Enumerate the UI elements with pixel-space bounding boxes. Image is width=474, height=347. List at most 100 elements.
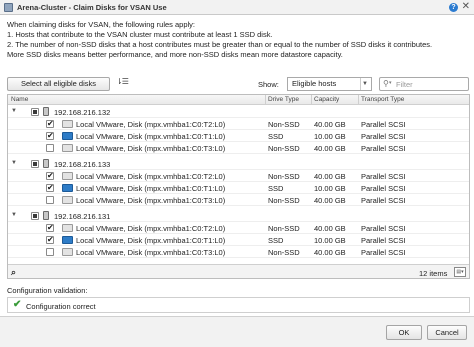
dialog-button-bar: OK Cancel [0,316,474,347]
capacity: 40.00 GB [314,224,346,233]
disk-checkbox[interactable] [46,248,54,256]
disk-row[interactable]: Local VMware, Disk (mpx.vmhba1:C0:T2:L0)… [8,118,469,130]
host-name: 192.168.216.132 [54,108,111,117]
search-options-caret-icon: ▾ [389,80,392,86]
column-header-transport-type[interactable]: Transport Type [361,96,404,103]
disk-row[interactable]: Local VMware, Disk (mpx.vmhba1:C0:T1:L0)… [8,234,469,246]
host-checkbox[interactable] [31,160,39,168]
disk-row[interactable]: Local VMware, Disk (mpx.vmhba1:C0:T1:L0)… [8,182,469,194]
close-icon[interactable]: ✕ [462,1,470,12]
capacity: 10.00 GB [314,132,346,141]
disk-icon [62,248,73,256]
filter-placeholder: Filter [396,80,413,89]
disks-table: Name Drive Type Capacity Transport Type … [7,94,470,279]
title-bar: Arena-Cluster - Claim Disks for VSAN Use… [0,0,474,15]
checkmark-icon: ✔ [13,299,22,310]
disk-name: Local VMware, Disk (mpx.vmhba1:C0:T3:L0) [76,248,226,257]
disk-icon [62,196,73,204]
table-header: Name Drive Type Capacity Transport Type [8,95,469,105]
disk-checkbox[interactable] [46,119,54,128]
disk-checkbox[interactable] [46,183,54,192]
column-divider[interactable] [265,95,266,105]
collapse-toggle-icon[interactable]: ▼ [11,108,17,114]
host-icon [43,211,49,220]
drive-type: SSD [268,236,284,245]
disk-checkbox[interactable] [46,131,54,140]
disk-name: Local VMware, Disk (mpx.vmhba1:C0:T2:L0) [76,224,226,233]
column-header-drive-type[interactable]: Drive Type [268,96,299,103]
disk-icon [62,224,73,232]
rule-2: 2. The number of non-SSD disks that a ho… [7,40,433,49]
drive-type: SSD [268,184,284,193]
search-icon: ⚲ [383,79,389,88]
validation-message: Configuration correct [26,302,96,311]
transport-type: Parallel SCSI [361,120,406,129]
disk-name: Local VMware, Disk (mpx.vmhba1:C0:T1:L0) [76,132,226,141]
capacity: 40.00 GB [314,248,346,257]
drive-type: Non-SSD [268,172,300,181]
disk-row[interactable]: Local VMware, Disk (mpx.vmhba1:C0:T3:L0)… [8,246,469,258]
disk-checkbox[interactable] [46,235,54,244]
host-icon [43,107,49,116]
filter-input[interactable]: ⚲ ▾ Filter [379,77,469,91]
validation-label: Configuration validation: [7,286,88,295]
column-header-name[interactable]: Name [11,96,28,103]
export-icon[interactable]: ▤▾ [454,267,466,277]
toolbar: Select all eligible disks ⇂☰ Show: Eligi… [7,77,469,91]
capacity: 10.00 GB [314,184,346,193]
show-dropdown-value: Eligible hosts [292,79,337,88]
capacity: 40.00 GB [314,144,346,153]
host-row[interactable]: ▼ 192.168.216.133 [8,158,469,170]
disk-row[interactable]: Local VMware, Disk (mpx.vmhba1:C0:T3:L0)… [8,142,469,154]
disk-name: Local VMware, Disk (mpx.vmhba1:C0:T1:L0) [76,236,226,245]
disk-row[interactable]: Local VMware, Disk (mpx.vmhba1:C0:T1:L0)… [8,130,469,142]
show-dropdown[interactable]: Eligible hosts ▼ [287,77,372,91]
disk-name: Local VMware, Disk (mpx.vmhba1:C0:T1:L0) [76,184,226,193]
help-icon[interactable]: ? [449,3,458,12]
transport-type: Parallel SCSI [361,248,406,257]
table-footer: ⌕ 12 items ▤▾ [8,264,469,278]
find-binoculars-icon[interactable]: ⌕ [11,267,16,278]
ssd-icon [62,236,73,244]
select-all-eligible-button[interactable]: Select all eligible disks [7,77,110,91]
transport-type: Parallel SCSI [361,236,406,245]
ssd-icon [62,184,73,192]
host-checkbox[interactable] [31,212,39,220]
items-count: 12 items [419,269,448,278]
transport-type: Parallel SCSI [361,196,406,205]
drive-type: Non-SSD [268,196,300,205]
host-name: 192.168.216.133 [54,160,111,169]
disk-checkbox[interactable] [46,144,54,152]
drive-type: Non-SSD [268,144,300,153]
drive-type: Non-SSD [268,224,300,233]
disk-checkbox[interactable] [46,196,54,204]
transport-type: Parallel SCSI [361,184,406,193]
column-divider[interactable] [311,95,312,105]
host-checkbox[interactable] [31,108,39,116]
rule-1: 1. Hosts that contribute to the VSAN clu… [7,30,273,39]
collapse-toggle-icon[interactable]: ▼ [11,212,17,218]
host-row[interactable]: ▼ 192.168.216.132 [8,106,469,118]
cancel-button[interactable]: Cancel [427,325,467,340]
disk-icon [62,172,73,180]
drive-type: Non-SSD [268,248,300,257]
transport-type: Parallel SCSI [361,172,406,181]
disk-row[interactable]: Local VMware, Disk (mpx.vmhba1:C0:T3:L0)… [8,194,469,206]
column-divider[interactable] [358,95,359,105]
capacity: 10.00 GB [314,236,346,245]
host-row[interactable]: ▼ 192.168.216.131 [8,210,469,222]
disk-row[interactable]: Local VMware, Disk (mpx.vmhba1:C0:T2:L0)… [8,170,469,182]
disk-row[interactable]: Local VMware, Disk (mpx.vmhba1:C0:T2:L0)… [8,222,469,234]
column-header-capacity[interactable]: Capacity [314,96,339,103]
collapse-toggle-icon[interactable]: ▼ [11,160,17,166]
disk-checkbox[interactable] [46,171,54,180]
ok-button[interactable]: OK [386,325,422,340]
capacity: 40.00 GB [314,120,346,129]
sort-icon[interactable]: ⇂☰ [116,77,129,86]
disk-name: Local VMware, Disk (mpx.vmhba1:C0:T2:L0) [76,172,226,181]
capacity: 40.00 GB [314,196,346,205]
disk-checkbox[interactable] [46,223,54,232]
disk-name: Local VMware, Disk (mpx.vmhba1:C0:T3:L0) [76,196,226,205]
drive-type: Non-SSD [268,120,300,129]
drive-type: SSD [268,132,284,141]
